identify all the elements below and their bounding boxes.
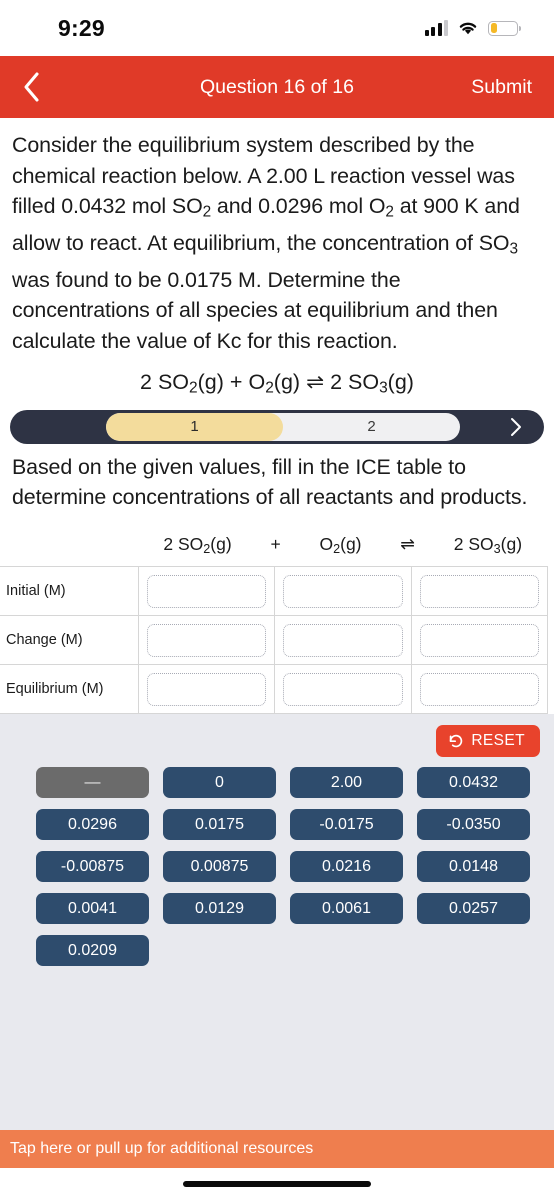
- submit-button[interactable]: Submit: [471, 76, 532, 99]
- status-bar: 9:29: [0, 0, 554, 56]
- answer-token[interactable]: -0.00875: [36, 851, 149, 883]
- battery-low-icon: [488, 20, 521, 36]
- answer-token[interactable]: 0.0129: [163, 893, 276, 925]
- pagination-wrap: 1 2: [0, 408, 554, 444]
- equation-so3-coeff: 2 SO: [330, 370, 380, 395]
- answer-token[interactable]: 0.0257: [417, 893, 530, 925]
- chevron-left-icon: [24, 72, 39, 102]
- ice-cell-equilibrium-o2[interactable]: [274, 664, 412, 715]
- instruction-text: Based on the given values, fill in the I…: [12, 454, 528, 510]
- equation-so3-subscript: 3: [379, 379, 388, 397]
- ice-table: 2 SO2(g) + O2(g) ⇌ 2 SO3(g) Initial (M): [0, 522, 548, 715]
- equation-so2-subscript: 2: [189, 379, 198, 397]
- dropzone-change-so2[interactable]: [146, 623, 266, 657]
- reset-button[interactable]: RESET: [436, 725, 540, 758]
- question-body-part-2: and 0.0296 mol O: [211, 194, 386, 218]
- ice-cell-initial-o2[interactable]: [274, 566, 412, 617]
- ice-cell-change-so2[interactable]: [137, 615, 275, 666]
- dropzone-initial-so2[interactable]: [146, 574, 266, 608]
- table-row: Initial (M): [0, 566, 548, 617]
- back-button[interactable]: [22, 67, 56, 107]
- ice-table-wrap: 2 SO2(g) + O2(g) ⇌ 2 SO3(g) Initial (M): [0, 522, 554, 715]
- ice-cell-initial-so3[interactable]: [410, 566, 548, 617]
- part-pagination: 1 2: [10, 409, 544, 444]
- subscript-3: 3: [509, 240, 518, 258]
- question-body-part-4: was found to be 0.0175 M. Determine the …: [12, 267, 498, 353]
- header-so3: 2 SO3(g): [453, 533, 523, 556]
- dropzone-equilibrium-so3[interactable]: [419, 672, 539, 706]
- equation-so2-state: (g): [197, 370, 224, 395]
- dropzone-initial-so3[interactable]: [419, 574, 539, 608]
- equation-so2-coeff: 2 SO: [140, 370, 190, 395]
- nav-bar: Question 16 of 16 Submit: [0, 56, 554, 118]
- ice-table-species-header: 2 SO2(g) + O2(g) ⇌ 2 SO3(g): [138, 522, 548, 568]
- cellular-signal-icon: [424, 20, 448, 36]
- equation-o2-subscript: 2: [265, 379, 274, 397]
- chemical-equation: 2 SO2(g) + O2(g) ⇌ 2 SO3(g): [0, 356, 554, 407]
- answer-token[interactable]: 2.00: [290, 767, 403, 799]
- rotate-ccw-icon: [450, 734, 463, 748]
- ice-table-corner: [0, 523, 138, 567]
- pagination-segment-1[interactable]: 1: [106, 412, 283, 441]
- equation-equilibrium-arrow: ⇌: [306, 370, 325, 395]
- answer-token[interactable]: 0.00875: [163, 851, 276, 883]
- equation-o2-state: (g): [273, 370, 301, 395]
- equation-so3-state: (g): [387, 370, 414, 395]
- answer-token[interactable]: 0: [163, 767, 276, 799]
- ice-cell-equilibrium-so2[interactable]: [137, 664, 275, 715]
- ice-table-header-row: 2 SO2(g) + O2(g) ⇌ 2 SO3(g): [0, 522, 548, 568]
- dropzone-initial-o2[interactable]: [283, 574, 403, 608]
- dropzone-equilibrium-o2[interactable]: [283, 672, 403, 706]
- answer-token[interactable]: 0.0148: [417, 851, 530, 883]
- header-arrow: ⇌: [400, 533, 415, 554]
- header-so2: 2 SO2(g): [163, 533, 232, 556]
- equation-o2: O: [248, 370, 266, 395]
- status-icons: [424, 20, 521, 36]
- header-o2: O2(g): [319, 533, 362, 556]
- answer-token[interactable]: 0.0296: [36, 809, 149, 841]
- answer-token[interactable]: 0.0432: [417, 767, 530, 799]
- next-part-button[interactable]: [510, 410, 522, 444]
- wifi-icon: [459, 22, 477, 35]
- ice-row-label-change: Change (M): [0, 615, 139, 666]
- answer-token[interactable]: 0.0216: [290, 851, 403, 883]
- ice-row-label-equilibrium: Equilibrium (M): [0, 664, 139, 715]
- ice-cell-change-so3[interactable]: [410, 615, 548, 666]
- question-content: Consider the equilibrium system describe…: [0, 118, 554, 1130]
- answer-token[interactable]: -0.0350: [417, 809, 530, 841]
- dropzone-change-so3[interactable]: [419, 623, 539, 657]
- dropzone-equilibrium-so2[interactable]: [146, 672, 266, 706]
- reset-label: RESET: [471, 732, 525, 750]
- table-row: Change (M): [0, 615, 548, 666]
- question-body: Consider the equilibrium system describe…: [0, 118, 554, 356]
- additional-resources-label: Tap here or pull up for additional resou…: [10, 1140, 314, 1157]
- home-indicator-area: [0, 1168, 554, 1200]
- ice-cell-initial-so2[interactable]: [137, 566, 275, 617]
- app-screen: 9:29 Question 16 of 16 Submit Consider t…: [0, 0, 554, 1200]
- table-row: Equilibrium (M): [0, 664, 548, 715]
- subscript-2: 2: [385, 203, 394, 221]
- pagination-segment-2[interactable]: 2: [283, 413, 460, 441]
- header-plus: +: [270, 533, 281, 554]
- answer-token[interactable]: 0.0209: [36, 935, 149, 967]
- reset-row: RESET: [10, 722, 544, 767]
- additional-resources-bar[interactable]: Tap here or pull up for additional resou…: [0, 1130, 554, 1168]
- ice-cell-change-o2[interactable]: [274, 615, 412, 666]
- home-indicator[interactable]: [183, 1181, 371, 1187]
- answer-token[interactable]: 0.0041: [36, 893, 149, 925]
- subscript-2: 2: [202, 203, 212, 221]
- answer-token[interactable]: —: [36, 767, 149, 799]
- chevron-right-icon: [511, 417, 521, 436]
- answer-token[interactable]: -0.0175: [290, 809, 403, 841]
- dropzone-change-o2[interactable]: [283, 623, 403, 657]
- answer-token-list: — 0 2.00 0.0432 0.0296 0.0175 -0.0175 -0.0350 -0…: [10, 767, 544, 967]
- answer-token[interactable]: 0.0061: [290, 893, 403, 925]
- pagination-track: 1 2: [106, 412, 460, 441]
- status-time: 9:29: [58, 14, 105, 41]
- ice-cell-equilibrium-so3[interactable]: [410, 664, 548, 715]
- answer-token[interactable]: 0.0175: [163, 809, 276, 841]
- answer-tray: RESET — 0 2.00 0.0432 0.0296 0.0175 -0.0175 -0.…: [0, 714, 554, 1130]
- equation-plus: +: [229, 370, 243, 395]
- ice-row-label-initial: Initial (M): [0, 566, 139, 617]
